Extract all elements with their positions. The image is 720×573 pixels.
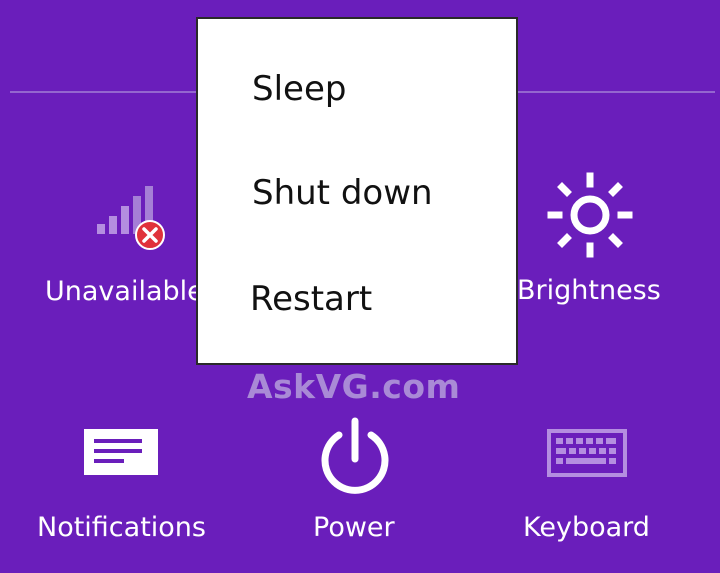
menu-item-sleep-label: Sleep [252,69,347,109]
menu-item-sleep[interactable]: Sleep [198,67,516,147]
keyboard-label: Keyboard [523,512,650,543]
notifications-label: Notifications [37,512,206,543]
menu-item-restart-label: Restart [250,279,373,319]
power-tile[interactable]: Power [290,415,420,550]
watermark: AskVG.com [247,367,461,406]
network-unavailable-icon [97,186,165,250]
power-options-menu: Sleep Shut down Restart [196,17,518,365]
power-icon [321,417,389,494]
brightness-icon [547,172,633,258]
power-label: Power [313,512,395,543]
menu-item-shut-down[interactable]: Shut down [198,171,516,251]
brightness-tile[interactable]: Brightness [505,165,675,315]
notifications-icon [84,429,158,475]
keyboard-tile[interactable]: Keyboard [515,420,675,550]
notifications-tile[interactable]: Notifications [30,420,230,550]
keyboard-icon [547,429,627,477]
network-label: Unavailable [45,276,204,307]
brightness-label: Brightness [517,275,661,306]
menu-item-shut-down-label: Shut down [252,173,433,213]
menu-item-restart[interactable]: Restart [198,275,516,355]
